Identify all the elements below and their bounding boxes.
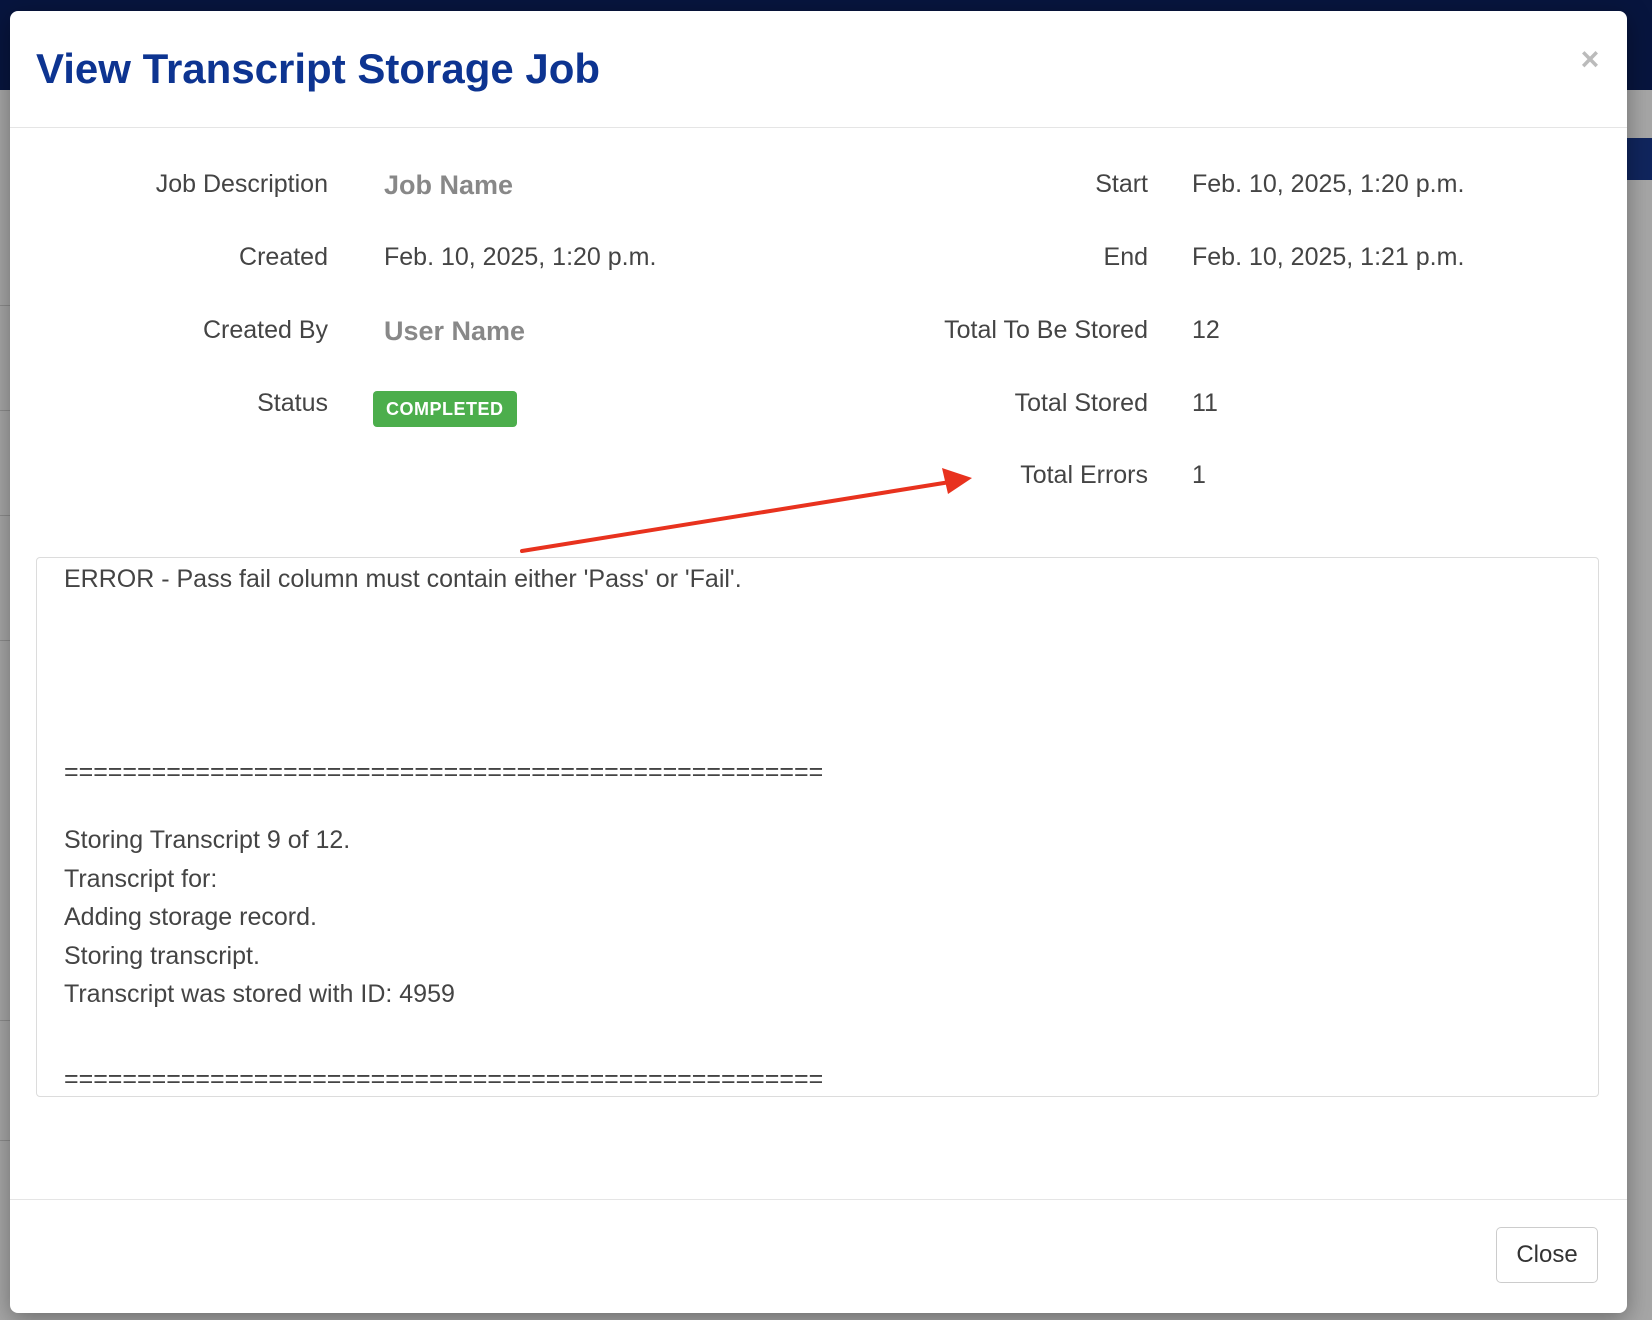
total-to-be-stored-value: 12 (1192, 316, 1220, 344)
created-label: Created (239, 243, 328, 271)
job-log-output[interactable]: ERROR - Pass fail column must contain ei… (36, 557, 1599, 1097)
log-separator: ========================================… (64, 1065, 824, 1093)
end-label: End (1103, 243, 1148, 271)
job-description-value: Job Name (384, 170, 514, 200)
status-badge: COMPLETED (373, 391, 517, 427)
log-separator: ========================================… (64, 758, 824, 786)
total-stored-value: 11 (1192, 389, 1218, 417)
modal-header: View Transcript Storage Job × (10, 11, 1627, 128)
modal-title: View Transcript Storage Job (36, 45, 601, 92)
log-line: Transcript for: (64, 865, 218, 893)
status-label: Status (257, 389, 328, 417)
modal-footer (10, 1199, 1627, 1313)
created-by-label: Created By (202, 316, 328, 344)
end-value: Feb. 10, 2025, 1:21 p.m. (1192, 243, 1465, 271)
total-to-be-stored-label: Total To Be Stored (944, 316, 1148, 344)
close-button[interactable]: Close (1496, 1227, 1598, 1283)
total-errors-value: 1 (1192, 461, 1206, 489)
annotation-arrow-icon (520, 468, 972, 553)
log-line: Storing Transcript 9 of 12. (64, 826, 351, 854)
log-line: Transcript was stored with ID: 4959 (64, 980, 455, 1008)
created-by-value: User Name (384, 316, 526, 346)
created-value: Feb. 10, 2025, 1:20 p.m. (384, 243, 657, 271)
start-value: Feb. 10, 2025, 1:20 p.m. (1192, 170, 1465, 198)
transcript-storage-job-dialog: View Transcript Storage Job × Job Descri… (10, 11, 1627, 1313)
start-label: Start (1095, 170, 1148, 198)
total-stored-label: Total Stored (1014, 389, 1148, 417)
job-description-label: Job Description (155, 170, 328, 198)
log-line: Storing transcript. (64, 942, 260, 970)
log-line: Adding storage record. (64, 903, 317, 931)
log-line: ERROR - Pass fail column must contain ei… (64, 565, 742, 593)
close-icon[interactable]: × (1572, 41, 1608, 77)
